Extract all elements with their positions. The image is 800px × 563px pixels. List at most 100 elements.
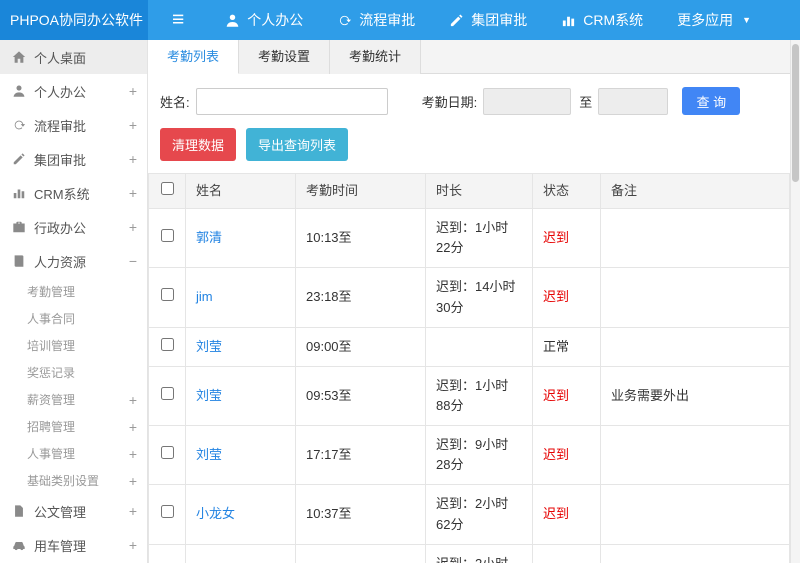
header-duration: 时长 — [425, 172, 533, 210]
doc-icon — [12, 504, 26, 518]
tab-attendance-stats[interactable]: 考勤统计 — [330, 40, 422, 74]
sidebar-item-attendance-mgmt[interactable]: 考勤管理 — [0, 278, 147, 305]
row-checkbox-cell — [148, 425, 186, 486]
expand-toggle[interactable]: + — [123, 151, 137, 167]
sidebar-item-training-mgmt[interactable]: 培训管理 — [0, 332, 147, 359]
remark — [600, 484, 790, 545]
query-button[interactable]: 查 询 — [682, 87, 741, 115]
expand-toggle[interactable]: + — [123, 503, 137, 519]
sidebar-item-workflow-approval[interactable]: 流程审批 + — [0, 108, 147, 142]
tab-attendance-settings[interactable]: 考勤设置 — [239, 40, 331, 74]
sidebar-item-vehicle-mgmt[interactable]: 用车管理 + — [0, 528, 147, 562]
row-checkbox-cell — [148, 365, 186, 427]
header-name: 姓名 — [185, 172, 296, 210]
expand-toggle[interactable]: + — [123, 219, 137, 235]
sidebar-menu: 个人桌面 个人办公 + 流程审批 + 集团审批 + CRM系统 + 行政办公 +… — [0, 40, 147, 562]
expand-toggle[interactable]: + — [123, 419, 137, 435]
flow-icon — [337, 13, 352, 28]
row-checkbox[interactable] — [160, 446, 174, 460]
table-row: 刘莹 09:53至 迟到：1小时88分 迟到 业务需要外出 — [148, 365, 790, 427]
expand-toggle[interactable]: + — [123, 537, 137, 553]
row-checkbox[interactable] — [160, 337, 174, 351]
sidebar-item-salary-mgmt[interactable]: 薪资管理 + — [0, 386, 147, 413]
header-status: 状态 — [532, 172, 601, 210]
user-icon — [225, 13, 240, 28]
table-row: jim 23:18至 迟到：14小时30分 迟到 — [148, 267, 790, 328]
export-list-button[interactable]: 导出查询列表 — [246, 128, 349, 161]
name-label: 姓名: — [160, 94, 190, 110]
table-row: 刘莹 17:17至 迟到：9小时28分 迟到 — [148, 425, 790, 486]
sidebar-item-base-category-settings[interactable]: 基础类别设置 + — [0, 467, 147, 494]
nav-crm-system[interactable]: CRM系统 — [544, 0, 660, 40]
main-area: 考勤列表 考勤设置 考勤统计 姓名: 考勤日期: 至 查 询 清理数据 导出查询… — [148, 40, 790, 563]
sidebar-item-hr[interactable]: 人力资源 − — [0, 244, 147, 278]
remark — [600, 208, 790, 269]
employee-name-link[interactable]: 小龙女 — [196, 506, 235, 521]
attendance-time: 10:13至 — [295, 208, 426, 269]
status: 迟到 — [532, 365, 601, 427]
expand-toggle[interactable]: + — [123, 83, 137, 99]
nav-more-apps[interactable]: 更多应用 ▼ — [660, 0, 768, 40]
nav-group-approval[interactable]: 集团审批 — [432, 0, 544, 40]
tab-attendance-list[interactable]: 考勤列表 — [148, 40, 240, 74]
expand-toggle[interactable]: + — [123, 185, 137, 201]
book-icon — [12, 254, 26, 268]
sidebar-item-admin-office[interactable]: 行政办公 + — [0, 210, 147, 244]
sidebar-item-crm-system[interactable]: CRM系统 + — [0, 176, 147, 210]
date-to-input[interactable] — [598, 87, 669, 115]
expand-toggle[interactable]: + — [123, 392, 137, 408]
vertical-scrollbar — [790, 40, 800, 563]
name-input[interactable] — [195, 87, 388, 115]
status: 迟到 — [532, 267, 601, 328]
briefcase-icon — [12, 220, 26, 234]
car-icon — [12, 538, 26, 552]
app-logo: PHPOA协同办公软件 — [0, 0, 148, 40]
nav-workflow-approval[interactable]: 流程审批 — [320, 0, 432, 40]
attendance-time: 17:17至 — [295, 425, 426, 486]
sidebar-item-recruitment-mgmt[interactable]: 招聘管理 + — [0, 413, 147, 440]
sidebar-item-hr-contract[interactable]: 人事合同 — [0, 305, 147, 332]
employee-name-link[interactable]: 刘莹 — [196, 388, 222, 403]
sidebar-item-reward-punishment[interactable]: 奖惩记录 — [0, 359, 147, 386]
row-checkbox[interactable] — [160, 229, 174, 243]
remark: 业务需要外出 — [600, 365, 790, 427]
employee-name-link[interactable]: jim — [196, 289, 213, 304]
expand-toggle[interactable]: + — [123, 473, 137, 489]
status: 迟到/早退 — [532, 543, 601, 563]
attendance-time: 23:18至 — [295, 267, 426, 328]
row-checkbox[interactable] — [160, 386, 174, 400]
duration: 迟到：9小时28分 — [425, 425, 533, 486]
row-checkbox-cell — [148, 543, 186, 563]
date-from-input[interactable] — [483, 87, 572, 115]
sidebar-item-document-mgmt[interactable]: 公文管理 + — [0, 494, 147, 528]
status: 迟到 — [532, 208, 601, 269]
edit-icon — [12, 152, 26, 166]
sidebar-item-personnel-mgmt[interactable]: 人事管理 + — [0, 440, 147, 467]
clean-data-button[interactable]: 清理数据 — [160, 128, 237, 161]
table-row: 小龙女 10:37至 迟到：2小时62分 迟到 — [148, 484, 790, 545]
duration — [425, 326, 533, 367]
row-checkbox[interactable] — [160, 505, 174, 519]
duration: 迟到：2小时90分 早退：7小时10分 — [425, 543, 533, 563]
sidebar-item-personal-desktop[interactable]: 个人桌面 — [0, 40, 147, 74]
employee-name-link[interactable]: 郭清 — [196, 230, 222, 245]
table-row: 刘莹 09:00至 正常 — [148, 326, 790, 367]
nav-personal-office[interactable]: 个人办公 — [208, 0, 320, 40]
employee-name-link[interactable]: 刘莹 — [196, 339, 222, 354]
row-checkbox-cell — [148, 484, 186, 545]
edit-icon — [449, 13, 464, 28]
attendance-table-body: 郭清 10:13至 迟到：1小时22分 迟到 jim 23:18至 迟到：14小… — [148, 208, 790, 563]
row-checkbox[interactable] — [160, 288, 174, 302]
select-all-checkbox[interactable] — [160, 182, 174, 195]
attendance-table: 姓名 考勤时间 时长 状态 备注 郭清 10:13至 迟到：1小时22分 迟到 — [148, 172, 790, 563]
sidebar-item-group-approval[interactable]: 集团审批 + — [0, 142, 147, 176]
hamburger-menu-icon[interactable]: ≡ — [148, 0, 208, 40]
expand-toggle[interactable]: − — [123, 253, 137, 269]
chart-icon — [12, 186, 26, 200]
header-time: 考勤时间 — [295, 172, 426, 210]
expand-toggle[interactable]: + — [123, 446, 137, 462]
scrollbar-thumb[interactable] — [792, 44, 799, 182]
sidebar-item-personal-office[interactable]: 个人办公 + — [0, 74, 147, 108]
employee-name-link[interactable]: 刘莹 — [196, 447, 222, 462]
expand-toggle[interactable]: + — [123, 117, 137, 133]
